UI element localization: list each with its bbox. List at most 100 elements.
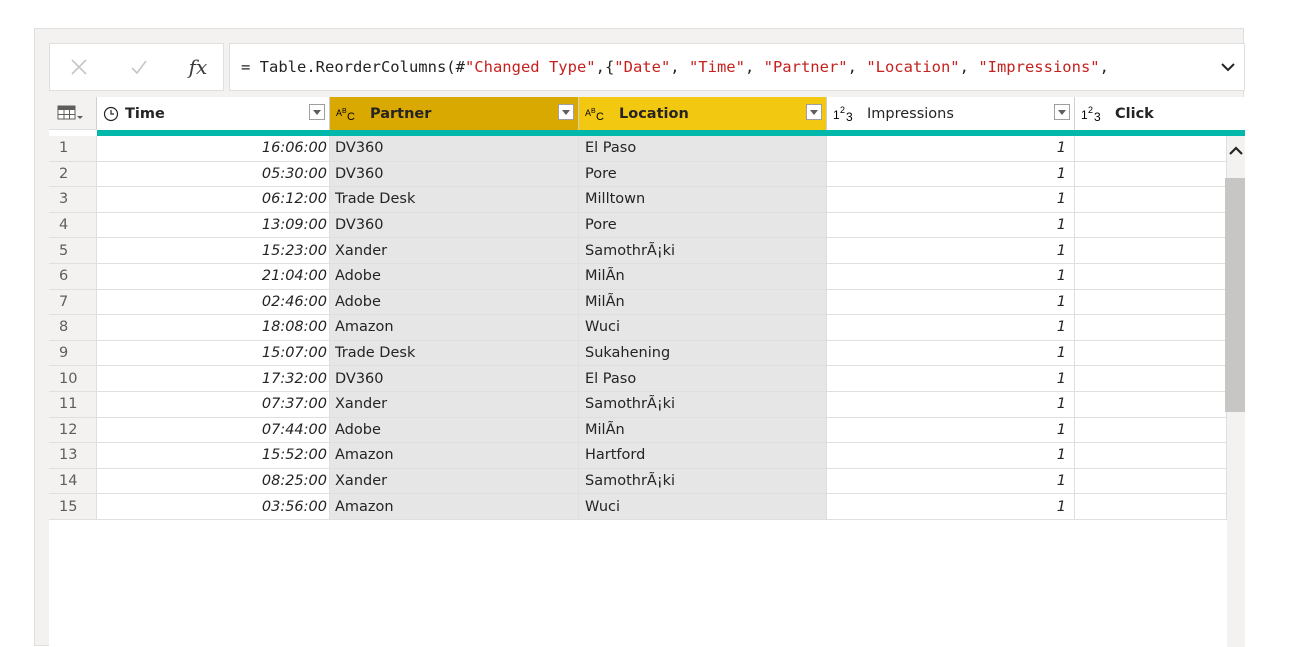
row-number-cell[interactable]: 13 <box>49 443 97 469</box>
table-row[interactable]: 15 03:56:00 Amazon Wuci 1 <box>49 494 1227 520</box>
location-cell[interactable]: MilÃn <box>579 417 827 444</box>
location-cell[interactable]: Wuci <box>579 315 827 341</box>
table-row[interactable]: 12 07:44:00 Adobe MilÃn 1 <box>49 417 1227 444</box>
row-number-cell[interactable]: 6 <box>49 264 97 290</box>
time-cell[interactable]: 18:08:00 <box>97 315 330 341</box>
time-cell[interactable]: 08:25:00 <box>97 468 330 495</box>
location-cell[interactable]: El Paso <box>579 366 827 392</box>
partner-cell[interactable]: DV360 <box>330 212 579 239</box>
partner-cell[interactable]: DV360 <box>330 136 579 162</box>
impressions-cell[interactable]: 1 <box>827 161 1075 188</box>
partner-cell[interactable]: Adobe <box>330 417 579 444</box>
table-menu-button[interactable] <box>49 97 97 130</box>
time-cell[interactable]: 15:52:00 <box>97 443 330 469</box>
column-header-time[interactable]: Time <box>97 97 330 130</box>
click-cell[interactable] <box>1075 417 1227 444</box>
row-number-cell[interactable]: 4 <box>49 212 97 239</box>
location-cell[interactable]: MilÃn <box>579 289 827 316</box>
time-cell[interactable]: 21:04:00 <box>97 264 330 290</box>
click-cell[interactable] <box>1075 289 1227 316</box>
location-cell[interactable]: SamothrÃ¡ki <box>579 392 827 418</box>
filter-dropdown-button[interactable] <box>558 104 574 120</box>
location-cell[interactable]: SamothrÃ¡ki <box>579 468 827 495</box>
partner-cell[interactable]: Adobe <box>330 289 579 316</box>
click-cell[interactable] <box>1075 212 1227 239</box>
partner-cell[interactable]: DV360 <box>330 161 579 188</box>
time-cell[interactable]: 16:06:00 <box>97 136 330 162</box>
time-cell[interactable]: 06:12:00 <box>97 187 330 213</box>
row-number-cell[interactable]: 3 <box>49 187 97 213</box>
click-cell[interactable] <box>1075 468 1227 495</box>
filter-dropdown-button[interactable] <box>1054 104 1070 120</box>
filter-dropdown-button[interactable] <box>309 104 325 120</box>
row-number-cell[interactable]: 5 <box>49 238 97 264</box>
impressions-cell[interactable]: 1 <box>827 212 1075 239</box>
location-cell[interactable]: MilÃn <box>579 264 827 290</box>
impressions-cell[interactable]: 1 <box>827 392 1075 418</box>
partner-cell[interactable]: Adobe <box>330 264 579 290</box>
partner-cell[interactable]: Xander <box>330 238 579 264</box>
click-cell[interactable] <box>1075 443 1227 469</box>
click-cell[interactable] <box>1075 187 1227 213</box>
time-cell[interactable]: 02:46:00 <box>97 289 330 316</box>
table-row[interactable]: 11 07:37:00 Xander SamothrÃ¡ki 1 <box>49 392 1227 418</box>
impressions-cell[interactable]: 1 <box>827 468 1075 495</box>
partner-cell[interactable]: Xander <box>330 392 579 418</box>
location-cell[interactable]: Milltown <box>579 187 827 213</box>
click-cell[interactable] <box>1075 136 1227 162</box>
table-row[interactable]: 6 21:04:00 Adobe MilÃn 1 <box>49 264 1227 290</box>
partner-cell[interactable]: Amazon <box>330 443 579 469</box>
impressions-cell[interactable]: 1 <box>827 136 1075 162</box>
time-cell[interactable]: 15:07:00 <box>97 340 330 367</box>
click-cell[interactable] <box>1075 161 1227 188</box>
location-cell[interactable]: Pore <box>579 212 827 239</box>
table-row[interactable]: 7 02:46:00 Adobe MilÃn 1 <box>49 289 1227 316</box>
click-cell[interactable] <box>1075 315 1227 341</box>
row-number-cell[interactable]: 9 <box>49 340 97 367</box>
table-row[interactable]: 8 18:08:00 Amazon Wuci 1 <box>49 315 1227 341</box>
impressions-cell[interactable]: 1 <box>827 187 1075 213</box>
table-row[interactable]: 9 15:07:00 Trade Desk Sukahening 1 <box>49 340 1227 367</box>
time-cell[interactable]: 17:32:00 <box>97 366 330 392</box>
impressions-cell[interactable]: 1 <box>827 417 1075 444</box>
click-cell[interactable] <box>1075 366 1227 392</box>
impressions-cell[interactable]: 1 <box>827 238 1075 264</box>
impressions-cell[interactable]: 1 <box>827 289 1075 316</box>
time-cell[interactable]: 03:56:00 <box>97 494 330 520</box>
partner-cell[interactable]: Trade Desk <box>330 187 579 213</box>
location-cell[interactable]: Pore <box>579 161 827 188</box>
click-cell[interactable] <box>1075 238 1227 264</box>
time-cell[interactable]: 15:23:00 <box>97 238 330 264</box>
row-number-cell[interactable]: 1 <box>49 136 97 162</box>
location-cell[interactable]: El Paso <box>579 136 827 162</box>
table-row[interactable]: 10 17:32:00 DV360 El Paso 1 <box>49 366 1227 392</box>
impressions-cell[interactable]: 1 <box>827 494 1075 520</box>
expand-formula-button[interactable] <box>1212 44 1244 90</box>
click-cell[interactable] <box>1075 340 1227 367</box>
row-number-cell[interactable]: 11 <box>49 392 97 418</box>
column-header-impressions[interactable]: 123 Impressions <box>827 97 1075 130</box>
scrollbar-thumb[interactable] <box>1225 178 1245 412</box>
time-cell[interactable]: 07:44:00 <box>97 417 330 444</box>
table-row[interactable]: 1 16:06:00 DV360 El Paso 1 <box>49 136 1227 162</box>
location-cell[interactable]: Hartford <box>579 443 827 469</box>
location-cell[interactable]: Wuci <box>579 494 827 520</box>
table-row[interactable]: 14 08:25:00 Xander SamothrÃ¡ki 1 <box>49 468 1227 495</box>
column-header-partner[interactable]: ABC Partner <box>330 97 579 130</box>
row-number-cell[interactable]: 15 <box>49 494 97 520</box>
time-cell[interactable]: 13:09:00 <box>97 212 330 239</box>
location-cell[interactable]: Sukahening <box>579 340 827 367</box>
column-header-location[interactable]: ABC Location <box>579 97 827 130</box>
table-row[interactable]: 3 06:12:00 Trade Desk Milltown 1 <box>49 187 1227 213</box>
partner-cell[interactable]: Trade Desk <box>330 340 579 367</box>
vertical-scrollbar[interactable] <box>1225 136 1245 647</box>
commit-formula-button[interactable] <box>122 48 156 86</box>
impressions-cell[interactable]: 1 <box>827 340 1075 367</box>
fx-button[interactable]: fx <box>178 48 218 86</box>
impressions-cell[interactable]: 1 <box>827 366 1075 392</box>
partner-cell[interactable]: DV360 <box>330 366 579 392</box>
row-number-cell[interactable]: 7 <box>49 289 97 316</box>
scroll-up-button[interactable] <box>1227 140 1245 162</box>
filter-dropdown-button[interactable] <box>806 104 822 120</box>
row-number-cell[interactable]: 10 <box>49 366 97 392</box>
